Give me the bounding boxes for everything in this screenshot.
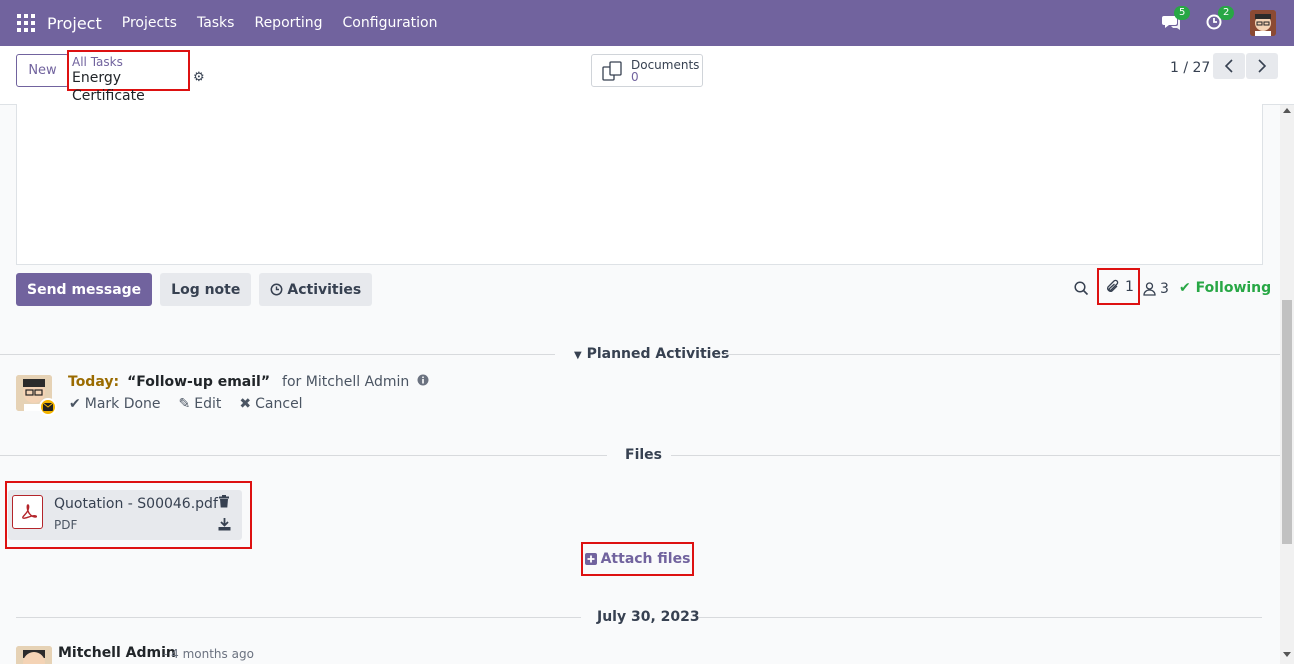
pdf-icon[interactable] (12, 495, 43, 529)
clock-icon (270, 283, 283, 296)
plus-square-icon (584, 553, 597, 565)
following-button[interactable]: ✔ Following (1179, 280, 1271, 296)
message-author-avatar[interactable] (16, 646, 52, 664)
pager-value[interactable]: 1 / 27 (1170, 60, 1210, 76)
message-author[interactable]: Mitchell Admin (58, 645, 176, 661)
activity-assignee: for Mitchell Admin (282, 374, 410, 390)
download-icon[interactable] (218, 518, 231, 531)
chevron-left-icon (1224, 59, 1233, 73)
planned-activities-toggle[interactable]: ▼ Planned Activities (574, 346, 730, 362)
menu-projects[interactable]: Projects (122, 15, 177, 31)
user-icon (1143, 282, 1156, 296)
following-label: Following (1195, 280, 1272, 296)
edit-label: Edit (194, 396, 222, 412)
followers-button[interactable]: 3 (1143, 281, 1169, 297)
user-avatar-icon (1250, 10, 1276, 36)
divider (724, 354, 1280, 355)
chatter-topbar: Send message Log note Activities (16, 273, 380, 306)
files-header: Files (625, 447, 662, 463)
menu-tasks[interactable]: Tasks (197, 15, 235, 31)
messages-systray[interactable]: 5 (1162, 6, 1191, 32)
attach-files-label: Attach files (600, 551, 691, 567)
top-navbar: Project Projects Tasks Reporting Configu… (0, 0, 1294, 46)
info-icon[interactable] (417, 374, 429, 390)
send-message-button[interactable]: Send message (16, 273, 153, 306)
new-button[interactable]: New (16, 54, 69, 87)
documents-icon (602, 60, 622, 81)
check-icon: ✔ (69, 396, 81, 412)
divider (16, 617, 581, 618)
log-note-button[interactable]: Log note (160, 273, 252, 306)
activities-button-label: Activities (287, 281, 362, 298)
activities-systray[interactable]: 2 (1206, 6, 1235, 32)
breadcrumb: All Tasks Energy Certificate (67, 50, 190, 104)
check-icon: ✔ (1179, 280, 1191, 296)
documents-count: 0 (631, 69, 639, 84)
attachments-button[interactable]: 1 (1097, 268, 1140, 305)
caret-down-icon: ▼ (574, 350, 582, 361)
message-timestamp: - 4 months ago (163, 647, 254, 661)
activity-summary: Today: “Follow-up email” for Mitchell Ad… (68, 374, 429, 390)
scrollbar-thumb[interactable] (1282, 300, 1292, 544)
apps-menu-icon[interactable] (17, 14, 35, 32)
mark-done-button[interactable]: ✔ Mark Done (69, 396, 161, 412)
divider (0, 354, 555, 355)
search-icon[interactable] (1074, 281, 1089, 296)
trash-icon[interactable] (218, 495, 230, 508)
menu-configuration[interactable]: Configuration (343, 15, 438, 31)
divider (699, 617, 1262, 618)
activity-due-label: Today: (68, 374, 120, 390)
messages-badge: 5 (1174, 6, 1191, 20)
documents-label: Documents (631, 57, 700, 72)
paperclip-icon (1107, 279, 1119, 292)
documents-smart-button[interactable]: Documents 0 (591, 54, 703, 87)
control-panel: New All Tasks Energy Certificate ⚙ Docum… (0, 46, 1294, 105)
activity-title: “Follow-up email” (127, 374, 271, 390)
close-icon: ✖ (239, 396, 252, 412)
scroll-down-arrow[interactable] (1283, 652, 1291, 657)
attach-files-button[interactable]: Attach files (581, 542, 694, 576)
edit-activity-button[interactable]: ✎ Edit (179, 396, 222, 412)
attachments-count: 1 (1125, 278, 1134, 295)
message-date-separator: July 30, 2023 (597, 609, 700, 625)
app-brand[interactable]: Project (47, 14, 102, 33)
user-avatar-icon (16, 646, 52, 664)
followers-count: 3 (1160, 281, 1169, 297)
divider (0, 455, 607, 456)
gear-icon[interactable]: ⚙ (193, 70, 205, 85)
user-avatar[interactable] (1250, 10, 1276, 36)
breadcrumb-all-tasks[interactable]: All Tasks (72, 56, 188, 69)
form-sheet-bottom (16, 104, 1263, 265)
pager-next-button[interactable] (1246, 53, 1278, 79)
cancel-label: Cancel (255, 396, 303, 412)
scroll-up-arrow[interactable] (1283, 108, 1291, 113)
menu-reporting[interactable]: Reporting (254, 15, 322, 31)
attachment-name[interactable]: Quotation - S00046.pdf (54, 496, 218, 512)
activities-button[interactable]: Activities (259, 273, 373, 306)
activities-badge: 2 (1218, 6, 1235, 20)
attachment-type: PDF (54, 518, 78, 532)
envelope-icon (43, 403, 53, 411)
activity-type-badge (39, 398, 57, 416)
activity-actions: ✔ Mark Done ✎ Edit ✖ Cancel (69, 396, 321, 412)
pager-previous-button[interactable] (1213, 53, 1245, 79)
breadcrumb-current-record: Energy Certificate (72, 70, 145, 104)
divider (671, 455, 1280, 456)
pencil-icon: ✎ (178, 396, 191, 412)
cancel-activity-button[interactable]: ✖ Cancel (239, 396, 302, 412)
planned-activities-header: Planned Activities (586, 346, 730, 362)
chevron-right-icon (1258, 59, 1267, 73)
mark-done-label: Mark Done (84, 396, 161, 412)
